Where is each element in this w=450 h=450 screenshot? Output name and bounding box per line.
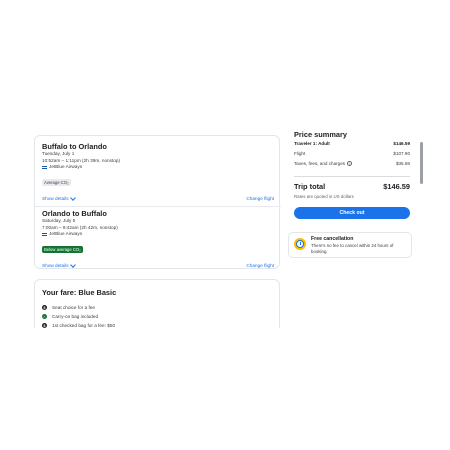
cancellation-description: There's no fee to cancel within 24 hours… <box>311 243 394 254</box>
price-row-value: $146.59 <box>393 141 410 146</box>
dollar-icon: $ <box>42 323 47 328</box>
fare-feature-item: $ Seat choice for a fee <box>42 305 95 310</box>
airline-name: JetBlue Airways <box>49 231 83 237</box>
clock-face <box>296 240 304 248</box>
price-row: Taxes, fees, and charges i $35.69 <box>294 161 410 167</box>
cancellation-title: Free cancellation <box>311 236 354 242</box>
price-row-label: Taxes, fees, and charges <box>294 161 346 166</box>
flight-date: Saturday, July 5 <box>42 218 76 223</box>
price-summary-title: Price summary <box>294 130 347 139</box>
price-summary-card: Price summary Traveler 1: Adult $146.59 … <box>290 124 412 227</box>
change-flight-link[interactable]: Change flight <box>246 263 274 268</box>
show-details-label: Show details <box>42 196 69 201</box>
flight-segment-return: Orlando to Buffalo Saturday, July 5 7:00… <box>42 209 274 268</box>
show-details-label: Show details <box>42 263 69 268</box>
price-row-label: Traveler 1: Adult <box>294 141 330 146</box>
emissions-badge: Below average CO₂ <box>42 245 83 253</box>
fare-feature-item: $ 1st checked bag for a fee: $50 <box>42 323 115 328</box>
flight-date: Tuesday, July 1 <box>42 151 75 156</box>
trip-total-label: Trip total <box>294 182 326 191</box>
airline-logo-icon <box>42 165 47 169</box>
info-icon[interactable]: i <box>347 161 353 167</box>
price-row: Flight $107.90 <box>294 151 410 156</box>
currency-note: Rates are quoted in US dollars <box>294 194 354 199</box>
trip-total-value: $146.59 <box>383 182 410 191</box>
price-row: Traveler 1: Adult $146.59 <box>294 141 410 146</box>
fare-feature-text: 1st checked bag for a fee: $50 <box>52 323 116 328</box>
show-details-link[interactable]: Show details <box>42 261 76 268</box>
flight-route-title: Buffalo to Orlando <box>42 142 107 151</box>
fare-card: Your fare: Blue Basic $ Seat choice for … <box>34 279 280 328</box>
fare-feature-text: Carry-on bag included <box>52 314 99 319</box>
segment-divider <box>35 206 281 207</box>
flight-route-title: Orlando to Buffalo <box>42 209 107 218</box>
fare-feature-item: ✓ Carry-on bag included <box>42 314 98 319</box>
clock-icon <box>294 238 306 250</box>
check-out-button[interactable]: Check out <box>294 207 410 219</box>
airline-row: JetBlue Airways <box>42 231 274 238</box>
price-row-label: Flight <box>294 151 306 156</box>
price-row-value: $35.69 <box>395 161 410 166</box>
scrollbar[interactable] <box>420 124 424 328</box>
change-flight-link[interactable]: Change flight <box>246 196 274 201</box>
airline-row: JetBlue Airways <box>42 164 274 171</box>
scrollbar-thumb[interactable] <box>420 142 423 184</box>
flights-card: Buffalo to Orlando Tuesday, July 1 10:52… <box>34 135 281 269</box>
fare-feature-text: Seat choice for a fee <box>52 305 95 310</box>
price-divider <box>294 176 410 177</box>
airline-name: JetBlue Airways <box>49 164 83 170</box>
free-cancellation-card: Free cancellation There's no fee to canc… <box>288 232 412 258</box>
flight-times: 7:00am – 9:42am (2h 42m, nonstop) <box>42 224 118 230</box>
emissions-badge: Average CO₂ <box>42 178 71 186</box>
flight-times: 10:52am – 1:11pm (2h 39m, nonstop) <box>42 157 121 163</box>
show-details-link[interactable]: Show details <box>42 194 76 201</box>
airline-logo-icon <box>42 232 47 236</box>
dollar-icon: $ <box>42 305 47 310</box>
price-row-value: $107.90 <box>393 151 410 156</box>
chevron-down-icon <box>69 261 76 268</box>
checkout-page: Buffalo to Orlando Tuesday, July 1 10:52… <box>22 124 426 328</box>
chevron-down-icon <box>69 194 76 201</box>
trip-total-row: Trip total $146.59 <box>294 182 410 191</box>
taxes-label-wrap: Taxes, fees, and charges i <box>294 161 353 167</box>
check-icon: ✓ <box>42 314 47 319</box>
fare-title: Your fare: Blue Basic <box>42 288 117 297</box>
flight-segment-outbound: Buffalo to Orlando Tuesday, July 1 10:52… <box>42 142 274 201</box>
